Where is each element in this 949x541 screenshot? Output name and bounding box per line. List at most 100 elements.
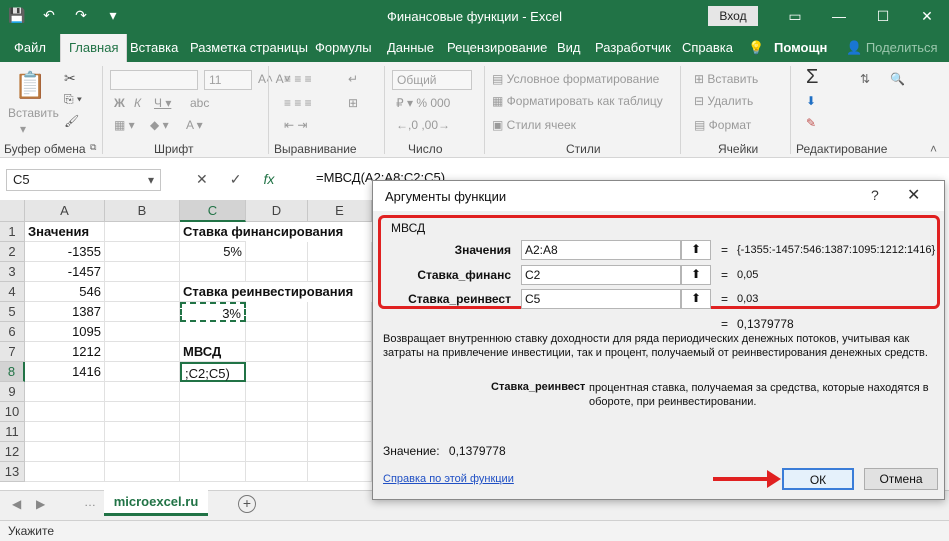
row-header[interactable]: 7 (0, 342, 25, 362)
arg-input-reinvest-rate[interactable]: C5 (521, 289, 681, 309)
cell[interactable] (308, 302, 372, 322)
cell[interactable] (246, 402, 308, 422)
cell[interactable] (246, 342, 308, 362)
font-name-dropdown[interactable] (110, 70, 198, 90)
cell[interactable] (180, 382, 246, 402)
row-header[interactable]: 4 (0, 282, 25, 302)
row-header[interactable]: 13 (0, 462, 25, 482)
cell-c4[interactable]: Ставка реинвестирования (180, 282, 353, 302)
wrap-text-icon[interactable]: ↵ (348, 72, 358, 86)
cell-a2[interactable]: -1355 (25, 242, 105, 262)
cell-b2[interactable] (105, 242, 180, 262)
row-header[interactable]: 5 (0, 302, 25, 322)
cell-b3[interactable] (105, 262, 180, 282)
column-header-b[interactable]: B (105, 200, 180, 222)
cell[interactable] (25, 402, 105, 422)
cell[interactable] (246, 302, 308, 322)
cell-a1[interactable]: Значения (25, 222, 105, 242)
cell[interactable] (105, 402, 180, 422)
ribbon-display-icon[interactable]: ▭ (773, 0, 817, 34)
tab-data[interactable]: Данные (387, 34, 434, 62)
underline-icon[interactable]: Ч ▾ (154, 96, 171, 110)
cell-b1[interactable] (105, 222, 180, 242)
share-button[interactable]: 👤 Поделиться (846, 34, 938, 62)
cell-styles-button[interactable]: ▣ Стили ячеек (492, 118, 576, 132)
tab-file[interactable]: Файл (14, 34, 46, 62)
cell[interactable] (25, 462, 105, 482)
maximize-icon[interactable]: ☐ (861, 0, 905, 34)
cell-c2[interactable]: 5% (180, 242, 246, 262)
tab-developer[interactable]: Разработчик (595, 34, 671, 62)
row-header[interactable]: 2 (0, 242, 25, 262)
cell[interactable] (308, 342, 372, 362)
cell[interactable] (308, 382, 372, 402)
arg-input-finance-rate[interactable]: C2 (521, 265, 681, 285)
copy-icon[interactable]: ⎘ ▾ (64, 92, 82, 107)
fill-icon[interactable]: ⬇ (806, 94, 816, 108)
bold-icon[interactable]: Ж (114, 96, 125, 110)
row-header[interactable]: 8 (0, 362, 25, 382)
cell[interactable] (308, 442, 372, 462)
paste-icon[interactable]: 📋 (14, 70, 46, 101)
sheet-scroll-right-icon[interactable]: ▶ (36, 497, 45, 511)
close-icon[interactable]: ✕ (907, 185, 920, 205)
cell[interactable] (246, 422, 308, 442)
cell[interactable] (25, 442, 105, 462)
enter-formula-icon[interactable]: ✓ (230, 171, 242, 188)
cell-b5[interactable] (105, 302, 180, 322)
cancel-button[interactable]: Отмена (864, 468, 938, 490)
collapse-dialog-icon[interactable]: ⬆ (681, 240, 711, 260)
currency-icon[interactable]: ₽ ▾ % 000 (396, 96, 450, 110)
insert-cells-button[interactable]: ⊞ Вставить (694, 72, 758, 86)
cell[interactable] (105, 462, 180, 482)
cell[interactable] (180, 462, 246, 482)
font-size-dropdown[interactable]: 11 (204, 70, 252, 90)
borders-icon[interactable]: ▦ ▾ (114, 118, 135, 132)
cell[interactable] (180, 402, 246, 422)
cell-a8[interactable]: 1416 (25, 362, 105, 382)
cell[interactable] (246, 262, 308, 282)
add-sheet-icon[interactable]: + (238, 495, 256, 513)
cell[interactable] (246, 242, 308, 262)
strikethrough-icon[interactable]: abc (190, 96, 209, 110)
row-header[interactable]: 12 (0, 442, 25, 462)
cell[interactable] (180, 422, 246, 442)
find-icon[interactable]: 🔍 (890, 72, 905, 86)
sheet-scroll-left-icon[interactable]: ◀ (12, 497, 21, 511)
cell[interactable] (25, 382, 105, 402)
function-help-link[interactable]: Справка по этой функции (383, 473, 514, 485)
ok-button[interactable]: ОК (782, 468, 854, 490)
name-box[interactable]: C5 (6, 169, 161, 191)
autosum-icon[interactable]: Σ (806, 66, 818, 89)
cell-a6[interactable]: 1095 (25, 322, 105, 342)
font-color-icon[interactable]: A ▾ (186, 118, 203, 132)
cell[interactable] (105, 382, 180, 402)
align-top-icon[interactable]: ≡ ≡ ≡ (284, 72, 312, 86)
collapse-ribbon-icon[interactable]: ˄ (930, 142, 937, 156)
indent-icon[interactable]: ⇤ ⇥ (284, 118, 307, 132)
cell-a3[interactable]: -1457 (25, 262, 105, 282)
select-all-corner[interactable] (0, 200, 25, 222)
collapse-dialog-icon[interactable]: ⬆ (681, 265, 711, 285)
cell-b7[interactable] (105, 342, 180, 362)
row-header[interactable]: 9 (0, 382, 25, 402)
cell[interactable] (246, 442, 308, 462)
collapse-dialog-icon[interactable]: ⬆ (681, 289, 711, 309)
format-cells-button[interactable]: ▤ Формат (694, 118, 751, 132)
tab-tell-me[interactable]: Помощн (774, 34, 827, 62)
signin-button[interactable]: Вход (708, 6, 758, 26)
insert-function-icon[interactable]: fx (263, 171, 274, 188)
tab-review[interactable]: Рецензирование (447, 34, 547, 62)
cell[interactable] (25, 422, 105, 442)
decimal-icon[interactable]: ←,0 ,00→ (396, 118, 450, 132)
cut-icon[interactable]: ✂ (64, 70, 76, 87)
dialog-titlebar[interactable]: Аргументы функции ? ✕ (373, 181, 944, 211)
cell[interactable] (308, 362, 372, 382)
cell-c8-editing[interactable]: ;C2;C5) (180, 362, 246, 382)
cell-a4[interactable]: 546 (25, 282, 105, 302)
cell[interactable] (105, 442, 180, 462)
cell[interactable] (246, 382, 308, 402)
row-header[interactable]: 1 (0, 222, 25, 242)
delete-cells-button[interactable]: ⊟ Удалить (694, 94, 753, 108)
cancel-formula-icon[interactable]: ✕ (196, 171, 208, 188)
